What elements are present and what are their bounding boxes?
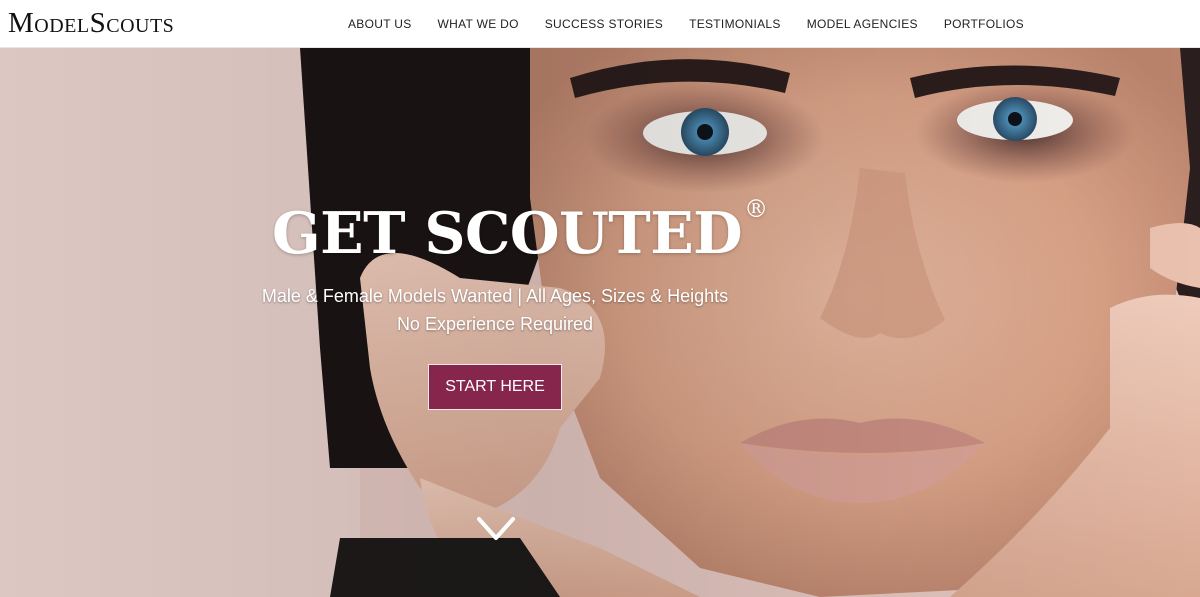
nav-portfolios[interactable]: PORTFOLIOS — [944, 0, 1024, 48]
hero-subline-2: No Experience Required — [396, 314, 594, 334]
scroll-down-button[interactable] — [476, 514, 516, 544]
hero-section: GET SCOUTED® Male & Female Models Wanted… — [0, 48, 1200, 597]
nav-about-us[interactable]: ABOUT US — [348, 0, 412, 48]
logo[interactable]: ModelScouts — [8, 5, 174, 41]
nav-model-agencies[interactable]: MODEL AGENCIES — [807, 0, 918, 48]
start-here-button[interactable]: START HERE — [428, 364, 562, 410]
registered-mark: ® — [744, 195, 768, 223]
chevron-down-icon — [477, 517, 515, 540]
hero-headline: GET SCOUTED® — [272, 195, 768, 267]
main-nav: ABOUT US WHAT WE DO SUCCESS STORIES TEST… — [348, 0, 1050, 48]
hero-headline-text: GET SCOUTED — [272, 200, 743, 267]
nav-testimonials[interactable]: TESTIMONIALS — [689, 0, 781, 48]
site-header: ModelScouts ABOUT US WHAT WE DO SUCCESS … — [0, 0, 1200, 48]
nav-success-stories[interactable]: SUCCESS STORIES — [545, 0, 663, 48]
hero-subline-1: Male & Female Models Wanted | All Ages, … — [261, 286, 729, 306]
nav-what-we-do[interactable]: WHAT WE DO — [438, 0, 519, 48]
